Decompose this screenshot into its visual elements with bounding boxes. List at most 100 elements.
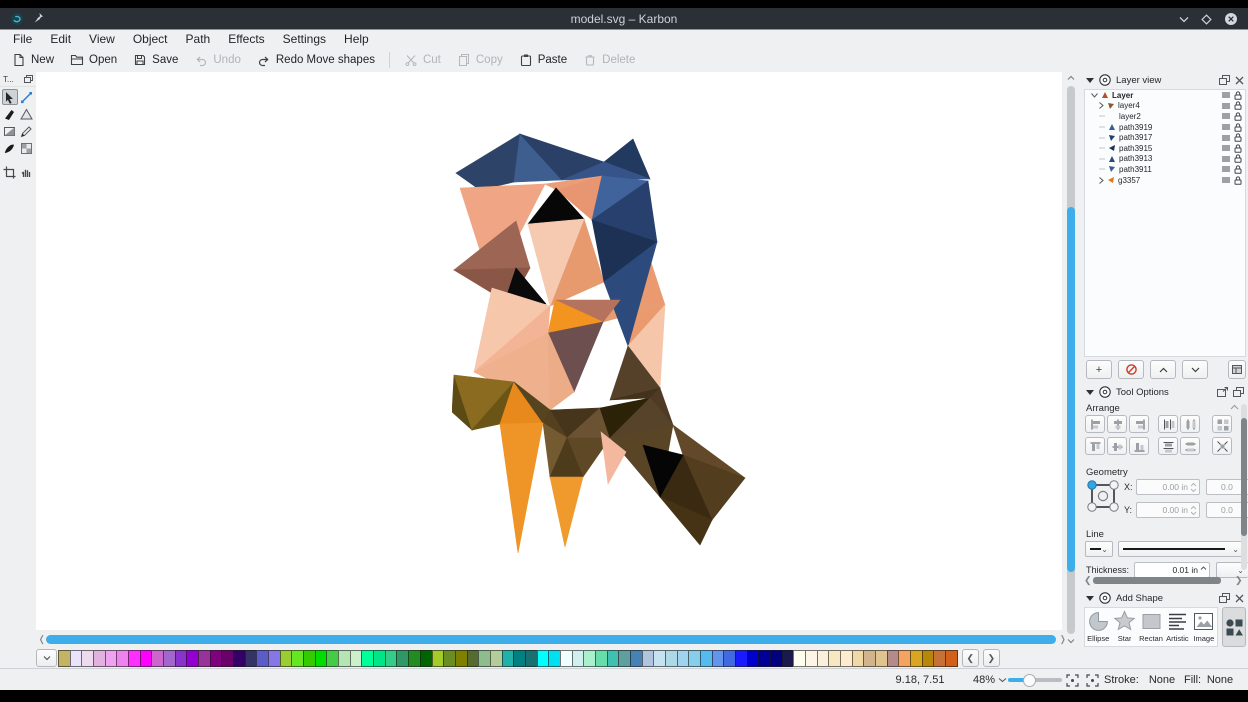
layer-row-path3919[interactable]: path3919 <box>1085 122 1245 133</box>
delete-button[interactable]: Delete <box>575 49 643 71</box>
view-mode-button[interactable] <box>1228 360 1246 379</box>
float-icon[interactable] <box>24 75 33 83</box>
add-artistic-shape[interactable]: Artistic <box>1165 610 1189 643</box>
scroll-left-icon[interactable]: ❬ <box>38 635 46 644</box>
pencil-tool[interactable] <box>19 123 35 139</box>
pin-icon[interactable] <box>33 12 44 26</box>
palette-scroll-left-button[interactable]: ❮ <box>962 649 979 667</box>
raise-layer-button[interactable] <box>1150 360 1176 379</box>
distribute-top-button[interactable] <box>1158 437 1178 455</box>
visibility-icon[interactable] <box>1222 177 1230 183</box>
anchor-selector[interactable] <box>1085 478 1121 514</box>
visibility-icon[interactable] <box>1222 124 1230 130</box>
canvas-vscrollbar[interactable] <box>1062 72 1080 648</box>
lock-icon[interactable] <box>1234 133 1242 142</box>
align-top-button[interactable] <box>1085 437 1105 455</box>
add-layer-button[interactable]: + <box>1086 360 1112 379</box>
undo-button[interactable]: Undo <box>186 49 249 71</box>
visibility-icon[interactable] <box>1222 135 1230 141</box>
menu-edit[interactable]: Edit <box>41 30 80 48</box>
menu-help[interactable]: Help <box>335 30 378 48</box>
close-icon[interactable] <box>1235 76 1244 85</box>
menu-settings[interactable]: Settings <box>274 30 335 48</box>
close-icon[interactable] <box>1224 12 1238 26</box>
brush-tool[interactable] <box>2 140 18 156</box>
layer-row-path3913[interactable]: path3913 <box>1085 154 1245 165</box>
line-tool[interactable] <box>19 89 35 105</box>
visibility-icon[interactable] <box>1222 156 1230 162</box>
tool-options-vscrollbar[interactable] <box>1241 404 1247 570</box>
line-type-combo[interactable]: ⌄ <box>1118 541 1244 557</box>
hscroll-thumb[interactable] <box>46 635 1056 644</box>
shape-collections-button[interactable] <box>1222 607 1246 647</box>
align-vcenter-button[interactable] <box>1107 437 1127 455</box>
cut-button[interactable]: Cut <box>396 49 449 71</box>
float-icon[interactable] <box>1219 593 1230 603</box>
layer-row-path3917[interactable]: path3917 <box>1085 132 1245 143</box>
lock-icon[interactable] <box>1234 123 1242 132</box>
float-icon[interactable] <box>1219 75 1230 85</box>
menu-file[interactable]: File <box>4 30 41 48</box>
layer-row-Layer[interactable]: Layer <box>1085 90 1245 101</box>
canvas[interactable] <box>36 72 1062 630</box>
distribute-left-button[interactable] <box>1158 415 1178 433</box>
color-swatch-76[interactable] <box>945 650 958 667</box>
stroke-value[interactable]: None <box>1142 669 1182 691</box>
collapse-icon[interactable] <box>1086 390 1094 395</box>
gradient-tool[interactable] <box>2 123 18 139</box>
lock-icon[interactable] <box>1234 176 1242 185</box>
close-icon[interactable] <box>1235 594 1244 603</box>
open-button[interactable]: Open <box>62 49 125 71</box>
add-ellipse-shape[interactable]: Ellipse <box>1086 610 1110 643</box>
y-input[interactable]: 0.00 in <box>1136 502 1200 518</box>
lock-icon[interactable] <box>1234 101 1242 110</box>
menu-view[interactable]: View <box>80 30 124 48</box>
lower-layer-button[interactable] <box>1182 360 1208 379</box>
lowpoly-bird-artwork[interactable] <box>452 120 752 560</box>
polygon-tool[interactable] <box>19 106 35 122</box>
align-hcenter-button[interactable] <box>1107 415 1127 433</box>
zoom-selection-icon[interactable] <box>1066 669 1079 691</box>
float-icon[interactable] <box>1233 387 1244 397</box>
save-button[interactable]: Save <box>125 49 186 71</box>
artwork-polygon-41[interactable] <box>500 423 543 553</box>
group-button[interactable] <box>1212 415 1232 433</box>
zoom-page-icon[interactable] <box>1086 669 1099 691</box>
distribute-hcenter-button[interactable] <box>1180 415 1200 433</box>
distribute-vcenter-button[interactable] <box>1180 437 1200 455</box>
menu-path[interactable]: Path <box>177 30 220 48</box>
section-collapse-icon[interactable] <box>1230 404 1239 410</box>
crop-tool[interactable] <box>2 164 18 180</box>
titlebar[interactable]: model.svg – Karbon <box>0 8 1248 30</box>
scroll-up-icon[interactable] <box>1067 75 1075 81</box>
layer-row-g3357[interactable]: g3357 <box>1085 175 1245 186</box>
calligraphy-tool[interactable] <box>2 106 18 122</box>
lock-icon[interactable] <box>1234 112 1242 121</box>
paste-button[interactable]: Paste <box>511 49 575 71</box>
visibility-icon[interactable] <box>1222 113 1230 119</box>
lock-icon[interactable] <box>1234 144 1242 153</box>
add-rectan-shape[interactable]: Rectan <box>1139 610 1163 643</box>
vscroll-thumb[interactable] <box>1067 207 1075 572</box>
menu-effects[interactable]: Effects <box>219 30 273 48</box>
lock-icon[interactable] <box>1234 165 1242 174</box>
visibility-icon[interactable] <box>1222 145 1230 151</box>
layer-row-path3911[interactable]: path3911 <box>1085 164 1245 175</box>
canvas-hscrollbar[interactable]: ❬ ❭ <box>36 630 1062 648</box>
ungroup-button[interactable] <box>1212 437 1232 455</box>
scroll-down-icon[interactable] <box>1067 638 1075 644</box>
delete-layer-button[interactable] <box>1118 360 1144 379</box>
layer-row-layer4[interactable]: layer4 <box>1085 101 1245 112</box>
collapse-icon[interactable] <box>1086 78 1094 83</box>
select-tool[interactable] <box>2 89 18 105</box>
layer-row-path3915[interactable]: path3915 <box>1085 143 1245 154</box>
add-star-shape[interactable]: Star <box>1112 610 1136 643</box>
visibility-icon[interactable] <box>1222 103 1230 109</box>
collapse-icon[interactable] <box>1086 596 1094 601</box>
redo-move-shapes-button[interactable]: Redo Move shapes <box>249 49 383 71</box>
add-image-shape[interactable]: Image <box>1192 610 1216 643</box>
detach-icon[interactable] <box>1217 387 1228 397</box>
lock-icon[interactable] <box>1234 91 1242 100</box>
line-style-combo[interactable]: ⌄ <box>1085 541 1113 557</box>
align-bottom-button[interactable] <box>1129 437 1149 455</box>
